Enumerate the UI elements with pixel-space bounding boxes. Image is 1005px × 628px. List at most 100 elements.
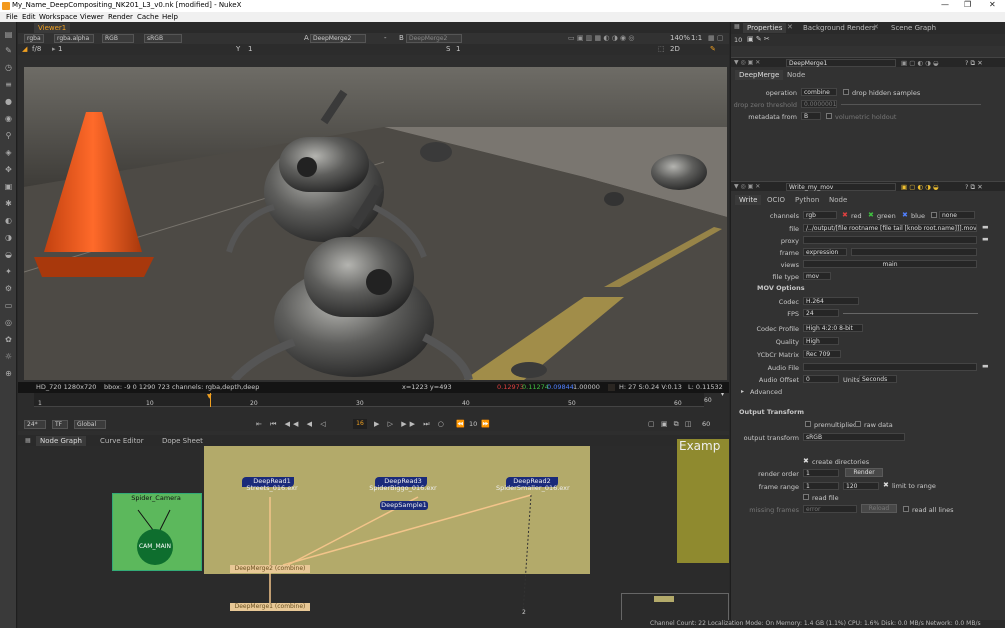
deepmerge-header-icons[interactable]: ▣ ▢ ◐ ◑ ◒ [901,59,939,67]
zoom-level[interactable]: 140% [670,33,690,44]
deepmerge-name-field[interactable]: DeepMerge1 [786,59,896,67]
drop-hidden-checkbox[interactable] [843,89,849,95]
proxy-field[interactable] [803,236,977,244]
transport-buttons-right[interactable]: ▶ ▷ ▶▶ ⏭ ○ [374,420,447,429]
deepmerge-collapse-icon[interactable]: ▼ ◎ ▣ ✕ [734,59,760,66]
viewer-image[interactable] [24,67,727,380]
particles-tools-icon[interactable]: ✱ [4,199,13,208]
globe-icon[interactable]: ⊕ [4,369,13,378]
audio-file-field[interactable] [803,363,977,371]
node-deepsample1[interactable]: DeepSample1 [380,501,428,510]
tab-background-renders[interactable]: Background Renders [799,23,880,33]
file-browse-icon[interactable]: ▬ [982,223,989,231]
read-all-lines-checkbox[interactable] [903,506,909,512]
gizmo-icon[interactable]: ☼ [4,352,13,361]
transport-buttons-left[interactable]: ⇤ ⏮ ◀◀ ◀ ◁ [256,420,329,429]
step-forward-icon[interactable]: ⏩ [481,420,490,428]
node-deepread3[interactable]: DeepRead3 SpiderBiggo_016.exr [369,477,437,492]
menu-cache[interactable]: Cache [137,13,159,21]
render-button[interactable]: Render [845,468,883,477]
reload-button[interactable]: Reload [861,504,897,513]
node-deepmerge2[interactable]: DeepMerge2 (combine) [230,565,310,573]
matrix-dropdown[interactable]: Rec 709 [803,350,841,358]
input-a-dropdown[interactable]: DeepMerge2 [310,34,366,43]
green-check-icon[interactable]: ✖ [868,211,874,219]
gain-icon[interactable]: ◢ [22,44,27,55]
write-tab-ocio[interactable]: OCIO [763,195,789,205]
rgb-dropdown[interactable]: RGB [102,34,134,43]
step-value[interactable]: 10 [469,420,477,428]
codec-dropdown[interactable]: H.264 [803,297,859,305]
props-max-count[interactable]: 10 [734,36,742,44]
filter-tools-icon[interactable]: ◉ [4,114,13,123]
raw-data-checkbox[interactable] [855,421,861,427]
frame-range-end[interactable]: 120 [843,482,879,490]
3d-tools-icon[interactable]: ▣ [4,182,13,191]
toolsets-icon[interactable]: ✦ [4,267,13,276]
paint-icon[interactable]: ✎ [710,44,716,55]
node-deepread1[interactable]: DeepRead1 Streets_016.exr [242,477,298,492]
current-frame[interactable]: 16 [353,419,367,429]
other-tools-icon[interactable]: ⚙ [4,284,13,293]
timeline-menu-icon[interactable]: ▾ [721,391,724,398]
keyer-tools-icon[interactable]: ⚲ [4,131,13,140]
advanced-label[interactable]: Advanced [750,388,782,396]
limit-range-check-icon[interactable]: ✖ [883,481,889,489]
maximize-button[interactable]: ❐ [964,0,971,9]
write-tab-node[interactable]: Node [825,195,851,205]
deepmerge-header[interactable]: ▼ ◎ ▣ ✕ DeepMerge1 ▣ ▢ ◐ ◑ ◒ ? ⧉ ✕ [731,57,1005,67]
minimize-button[interactable]: — [941,0,949,9]
advanced-expand-icon[interactable]: ▸ [741,388,744,395]
deepmerge-window-icons[interactable]: ? ⧉ ✕ [965,59,983,68]
channel-tools-icon[interactable]: ≡ [4,80,13,89]
node-deepread2[interactable]: DeepRead2 SpiderSmaller_016.exr [496,477,570,492]
drop-zero-field[interactable]: 0.0000001 [801,100,837,108]
menu-edit[interactable]: Edit [22,13,36,21]
write-window-icons[interactable]: ? ⧉ ✕ [965,183,983,192]
merge-tools-icon[interactable]: ◈ [4,148,13,157]
red-check-icon[interactable]: ✖ [842,211,848,219]
create-dirs-check-icon[interactable]: ✖ [803,457,809,465]
node-graph-panel[interactable]: ▦ Node Graph Curve Editor Dope Sheet Exa… [18,435,729,628]
gain-arrow-icon[interactable]: ▸ [52,44,56,55]
alpha-dropdown[interactable]: rgba.alpha [54,34,94,43]
lut-dropdown[interactable]: sRGB [144,34,182,43]
profile-dropdown[interactable]: High 4:2:0 8-bit [803,324,863,332]
filetype-dropdown[interactable]: mov [803,272,831,280]
node-cam-main[interactable]: CAM_MAIN [137,529,173,565]
operation-dropdown[interactable]: combine [801,88,837,96]
views-dropdown[interactable]: main [803,260,977,268]
menu-file[interactable]: File [6,13,18,21]
deepmerge-tab-node[interactable]: Node [783,70,809,80]
menu-workspace[interactable]: Workspace [39,13,77,21]
units-dropdown[interactable]: Seconds [859,375,897,383]
ocula-icon[interactable]: ◎ [4,318,13,327]
deep-tools-icon[interactable]: ◐ [4,216,13,225]
render-order-field[interactable]: 1 [803,469,839,477]
timeline-ruler[interactable]: 1 10 20 30 40 50 60 ▼ [34,393,704,407]
furnace-icon[interactable]: ▭ [4,301,13,310]
global-dropdown[interactable]: Global [74,420,106,429]
playhead-marker-icon[interactable]: ▼ [207,393,212,400]
plugin-icon[interactable]: ✿ [4,335,13,344]
loop-buttons[interactable]: ▢ ▣ ⧉ ◫ [648,420,694,429]
transform-tools-icon[interactable]: ✥ [4,165,13,174]
frame-dropdown[interactable]: expression [803,248,847,256]
premultiplied-checkbox[interactable] [805,421,811,427]
view-mode[interactable]: 2D [670,44,680,55]
write-header-icons[interactable]: ▣ ▢ ◐ ◑ ◒ [901,183,939,191]
write-channels-dropdown[interactable]: rgb [803,211,837,219]
gamma-value[interactable]: 1 [456,44,460,55]
viewer-icons[interactable]: ▭ ▣ ▥ ▦ ◐ ◑ ◉ ◎ [568,33,634,44]
proxy-browse-icon[interactable]: ▬ [982,235,989,243]
tab-properties[interactable]: Properties [743,23,787,33]
fps-dropdown[interactable]: 24* [24,420,46,429]
menu-help[interactable]: Help [162,13,178,21]
write-tab-write[interactable]: Write [735,195,762,205]
menu-viewer[interactable]: Viewer [80,13,104,21]
time-tools-icon[interactable]: ◷ [4,63,13,72]
frame-expression-field[interactable] [851,248,977,256]
alpha-channel-dropdown[interactable]: none [939,211,975,219]
fps-field[interactable]: 24 [803,309,839,317]
metadata-tools-icon[interactable]: ◒ [4,250,13,259]
